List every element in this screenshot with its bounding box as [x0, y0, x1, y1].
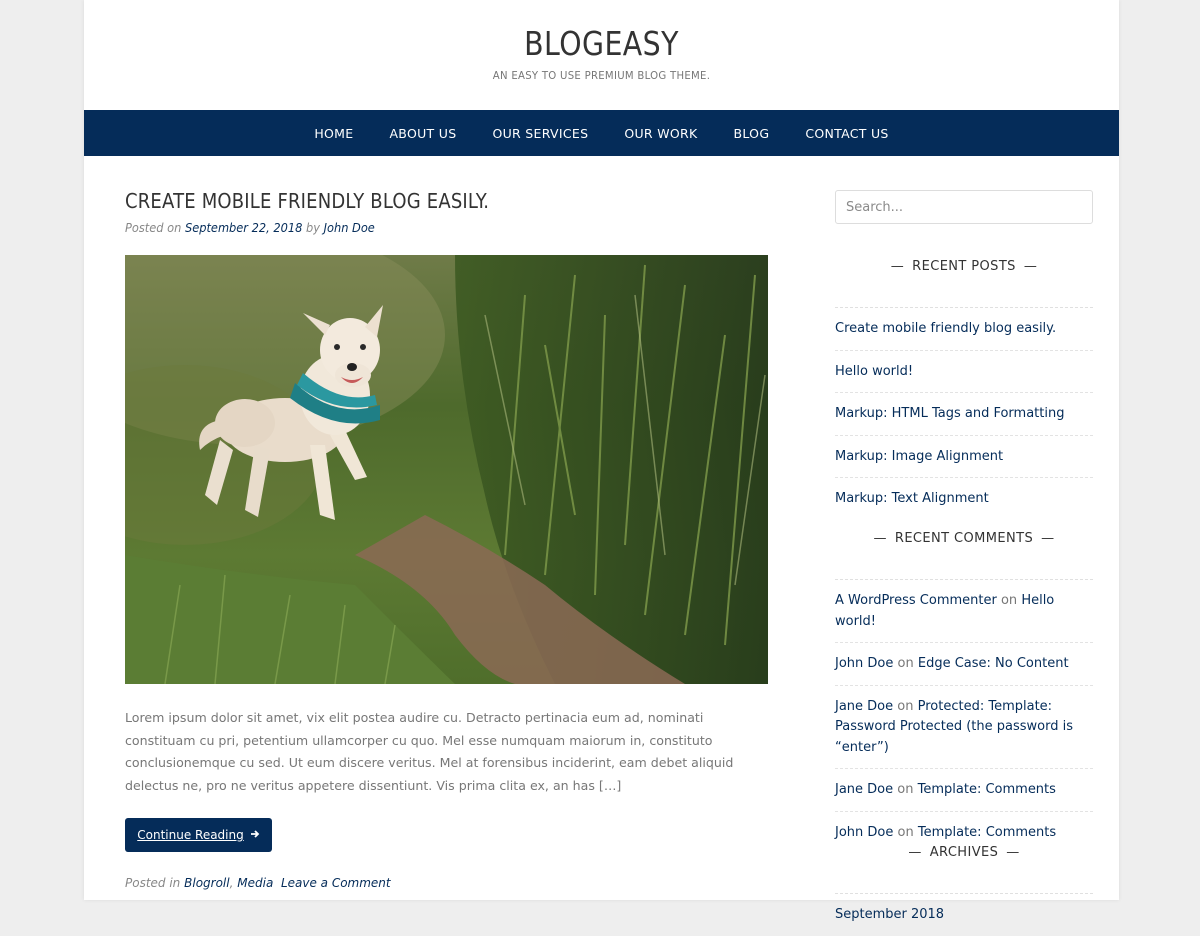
post-meta: Posted on September 22, 2018 by John Doe	[125, 221, 736, 235]
page-container: BLOGEASY AN EASY TO USE PREMIUM BLOG THE…	[84, 0, 1119, 922]
widget-title-recent-comments: — RECENT COMMENTS —	[835, 528, 1093, 580]
comment-author-link[interactable]: John Doe	[835, 825, 893, 840]
recent-post-link[interactable]: Hello world!	[835, 364, 913, 379]
recent-comments-widget: — RECENT COMMENTS — A WordPress Commenter …	[835, 528, 1093, 853]
comment-on-text: on	[897, 656, 914, 671]
comment-on-text: on	[897, 698, 914, 714]
nav-item-blog[interactable]: BLOG	[733, 126, 769, 141]
site-header: BLOGEASY AN EASY TO USE PREMIUM BLOG THE…	[84, 0, 1119, 110]
archives-list: September 2018	[835, 894, 1093, 936]
list-item: A WordPress Commenter on Hello world!	[835, 580, 1093, 643]
arrow-right-icon	[250, 828, 260, 842]
widget-title-recent-posts: — RECENT POSTS —	[835, 256, 1093, 308]
nav-item-home[interactable]: HOME	[314, 126, 353, 141]
post-footer-prefix: Posted in	[125, 876, 181, 890]
list-item: Jane Doe on Template: Comments	[835, 769, 1093, 812]
sidebar: —RECENT POSTS— Create mobile friendly bl…	[835, 190, 1093, 922]
comment-on-text: on	[1000, 593, 1018, 608]
list-item: John Doe on Edge Case: No Content	[835, 643, 1093, 686]
post-excerpt: Lorem ipsum dolor sit amet, vix elit pos…	[125, 710, 734, 793]
post-meta-by: by	[306, 221, 321, 235]
list-item: Markup: Image Alignment	[835, 436, 1093, 478]
recent-post-link[interactable]: Markup: Text Alignment	[835, 491, 989, 506]
search-input[interactable]	[835, 190, 1093, 224]
continue-reading-label: Continue Reading	[137, 828, 244, 842]
post-title[interactable]: CREATE MOBILE FRIENDLY BLOG EASILY.	[125, 189, 704, 213]
post-author-link[interactable]: John Doe	[324, 221, 375, 235]
nav-item-our-work[interactable]: OUR WORK	[624, 126, 697, 141]
post-footer: Posted in Blogroll, Media Leave a Commen…	[125, 876, 391, 890]
post-date-link[interactable]: September 22, 2018	[185, 221, 302, 235]
list-item: Jane Doe on Protected: Template: Passwor…	[835, 686, 1093, 769]
featured-image[interactable]	[125, 255, 768, 684]
widget-title-archives: — ARCHIVES —	[835, 842, 1093, 894]
category-separator: ,	[229, 876, 234, 890]
archives-heading: ARCHIVES	[929, 845, 999, 860]
comment-author-link[interactable]: Jane Doe	[835, 782, 893, 797]
comment-post-link[interactable]: Template: Comments	[918, 825, 1056, 840]
list-item: September 2018	[835, 894, 1093, 936]
recent-posts-heading: RECENT POSTS	[912, 259, 1016, 274]
list-item: Markup: Text Alignment	[835, 478, 1093, 520]
recent-post-link[interactable]: Create mobile friendly blog easily.	[835, 321, 1056, 336]
nav-item-about-us[interactable]: ABOUT US	[389, 126, 456, 141]
post-meta-prefix: Posted on	[125, 221, 182, 235]
post-article: CREATE MOBILE FRIENDLY BLOG EASILY. Post…	[125, 189, 768, 890]
archives-widget: — ARCHIVES — September 2018	[835, 842, 1093, 936]
recent-post-link[interactable]: Markup: HTML Tags and Formatting	[835, 406, 1064, 421]
category-link-blogroll[interactable]: Blogroll	[184, 876, 229, 890]
recent-posts-list: Create mobile friendly blog easily. Hell…	[835, 308, 1093, 520]
comment-post-link[interactable]: Edge Case: No Content	[918, 656, 1069, 671]
comment-on-text: on	[897, 782, 914, 797]
recent-comments-heading: RECENT COMMENTS	[894, 531, 1034, 546]
nav-item-our-services[interactable]: OUR SERVICES	[492, 126, 588, 141]
recent-post-link[interactable]: Markup: Image Alignment	[835, 449, 1003, 464]
recent-comments-list: A WordPress Commenter on Hello world! Jo…	[835, 580, 1093, 853]
comment-author-link[interactable]: John Doe	[835, 656, 893, 671]
comment-author-link[interactable]: A WordPress Commenter	[835, 593, 997, 608]
main-navigation: HOME ABOUT US OUR SERVICES OUR WORK BLOG…	[84, 110, 1119, 156]
category-link-media[interactable]: Media	[237, 876, 273, 890]
comment-post-link[interactable]: Template: Comments	[918, 782, 1056, 797]
list-item: Markup: HTML Tags and Formatting	[835, 393, 1093, 436]
comment-on-text: on	[897, 824, 914, 840]
nav-item-contact-us[interactable]: CONTACT US	[805, 126, 888, 141]
comment-author-link[interactable]: Jane Doe	[835, 699, 893, 714]
featured-image-dog-photo	[125, 255, 768, 684]
archive-link[interactable]: September 2018	[835, 907, 944, 922]
list-item: Create mobile friendly blog easily.	[835, 308, 1093, 351]
continue-reading-button[interactable]: Continue Reading	[125, 818, 272, 852]
recent-posts-widget: — RECENT POSTS — Create mobile friendly bl…	[835, 256, 1093, 520]
site-title[interactable]: BLOGEASY	[156, 24, 1046, 63]
site-tagline: AN EASY TO USE PREMIUM BLOG THEME.	[492, 69, 711, 82]
list-item: Hello world!	[835, 351, 1093, 393]
leave-comment-link[interactable]: Leave a Comment	[281, 876, 391, 890]
